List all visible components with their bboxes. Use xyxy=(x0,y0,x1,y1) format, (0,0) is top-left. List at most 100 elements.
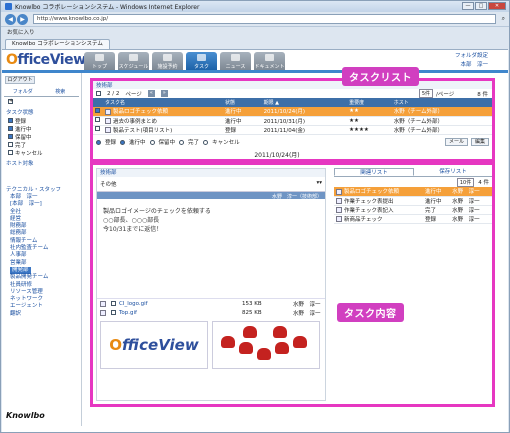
nav-tab-schedule[interactable]: スケジュール xyxy=(118,52,149,70)
tree-item[interactable]: 製品開発チーム xyxy=(10,274,81,281)
prev-page-button[interactable]: « xyxy=(147,90,155,97)
tab-saved-list[interactable]: 保存リスト xyxy=(414,168,492,176)
tree-item[interactable]: 社員研修 xyxy=(10,282,81,289)
tree-item[interactable]: 人事部 xyxy=(10,252,81,259)
knowlbo-logo: Knowlbo xyxy=(6,411,45,420)
file-icon xyxy=(100,300,106,307)
table-row[interactable]: 新商品チェック 登録 水野 淳一 xyxy=(334,214,492,224)
browser-tab[interactable]: Knowlbo コラボレーションシステム xyxy=(5,39,110,49)
next-page-button[interactable]: » xyxy=(160,90,168,97)
title-bar: Knowlbo コラボレーションシステム - Windows Internet … xyxy=(1,1,509,12)
user-name-link[interactable]: 本部 淳一 xyxy=(455,61,488,70)
file-icon xyxy=(100,309,106,316)
tree-item[interactable]: エージェント xyxy=(10,303,81,310)
table-row[interactable]: 製品ロゴチェック依頼 進行中 2011/10/24(月) ★★ 水野（チーム外部） xyxy=(93,107,492,117)
filter-radio[interactable] xyxy=(179,139,185,145)
col-task-name[interactable]: タスク名 xyxy=(103,98,223,107)
per-page-label: /ページ xyxy=(436,91,455,98)
related-count-select[interactable]: 10件 xyxy=(456,177,475,187)
page-label: ページ xyxy=(125,91,142,98)
calendar-icon xyxy=(129,54,138,61)
filter-label: 登録 xyxy=(105,140,117,146)
tree-item[interactable]: [本部 淳一] xyxy=(10,201,81,208)
nav-tab-task[interactable]: タスク xyxy=(186,52,217,70)
state-checkbox-onhold[interactable]: 保留中 xyxy=(8,133,75,141)
officeview-logo: OfficeView xyxy=(6,52,86,68)
assignee-heading: ホスト対象 xyxy=(6,161,34,167)
col-priority[interactable]: 重要度 xyxy=(347,98,392,107)
filter-label: 進行中 xyxy=(129,140,146,146)
close-button[interactable]: ✕ xyxy=(488,2,506,10)
filter-radio[interactable] xyxy=(120,139,126,145)
add-button[interactable]: + xyxy=(8,98,75,105)
minimize-button[interactable]: — xyxy=(462,2,474,10)
col-status[interactable]: 状態 xyxy=(223,98,262,107)
nav-tab-facility[interactable]: 施設予約 xyxy=(152,52,183,70)
state-checkbox-done[interactable]: 完了 xyxy=(8,141,75,149)
detail-meta: 水野 淳一（技術部） xyxy=(97,192,325,200)
maximize-button[interactable]: □ xyxy=(475,2,487,10)
related-panel: 関連リスト 保存リスト 10件 4 件 製品ロゴチェック依頼 進行中 水野 淳一 作… xyxy=(334,168,492,401)
detail-title: その他 xyxy=(100,182,117,188)
status-filter: 登録 進行中 保留中 完了 キャンセル メール 編集 xyxy=(93,138,492,147)
nav-tab-top[interactable]: トップ xyxy=(84,52,115,70)
task-content-callout: タスク内容 xyxy=(337,303,404,322)
table-row[interactable]: 作業チェック表提出 進行中 水野 淳一 xyxy=(334,196,492,206)
search-icon[interactable]: ⌕ xyxy=(502,15,505,23)
url-input[interactable]: http://www.knowlbo.co.jp/ xyxy=(33,14,496,24)
document-icon xyxy=(265,54,274,61)
attachment-row[interactable]: Top.gif 825 KB 水野 淳一 xyxy=(97,308,325,317)
col-host[interactable]: ホスト xyxy=(391,98,492,107)
favorites-bar: お気に入り xyxy=(1,26,509,37)
collapse-icon[interactable]: ▾▾ xyxy=(316,180,322,188)
table-row[interactable]: 過去の事例まとめ 進行中 2011/10/31(月) ★★ 水野（チーム外部） xyxy=(93,116,492,126)
folder-tree: 本部 淳一 [本部 淳一] 全社 経営 財務部 総務部 情報チーム 社内監査チー… xyxy=(10,194,81,318)
logo-preview-image[interactable]: Office View xyxy=(100,321,208,369)
state-checkbox-cancel[interactable]: キャンセル xyxy=(8,149,75,157)
per-page-select[interactable]: 5件 xyxy=(418,89,433,98)
folder-settings-link[interactable]: フォルダ設定 xyxy=(455,52,488,61)
select-all-checkbox[interactable] xyxy=(96,91,101,96)
task-table-header: タスク名 状態 期限 ▲ 重要度 ホスト xyxy=(93,98,492,107)
chairs-preview-image[interactable] xyxy=(212,321,320,369)
back-button[interactable]: ◀ xyxy=(5,13,16,25)
ie-icon xyxy=(5,3,12,10)
table-row[interactable]: 作業チェック表記入 完了 水野 淳一 xyxy=(334,205,492,215)
tree-item[interactable]: 営業部 xyxy=(10,260,81,267)
table-row[interactable]: 製品ロゴチェック依頼 進行中 水野 淳一 xyxy=(334,187,492,197)
nav-tab-document[interactable]: ドキュメント xyxy=(254,52,285,70)
state-checkbox-inprogress[interactable]: 進行中 xyxy=(8,125,75,133)
forward-button[interactable]: ▶ xyxy=(17,13,28,25)
mail-button[interactable]: メール xyxy=(444,138,468,146)
task-list-pager: 2 / 2 ページ « » 5件 /ページ 8 件 xyxy=(93,89,492,98)
filter-radio[interactable] xyxy=(96,139,101,145)
col-due[interactable]: 期限 ▲ xyxy=(261,98,348,107)
tab-related-list[interactable]: 関連リスト xyxy=(334,168,414,176)
sidebar-tab-search[interactable]: 検索 xyxy=(42,87,80,96)
filter-radio[interactable] xyxy=(203,139,209,145)
page-indicator: 2 / 2 xyxy=(107,90,120,97)
table-row[interactable]: 製品テスト(項目リスト) 登録 2011/11/04(金) ★★★★ 水野（チーム外… xyxy=(93,125,492,135)
tree-item[interactable]: 情報チーム xyxy=(10,238,81,245)
window-title: Knowlbo コラボレーションシステム - Windows Internet … xyxy=(15,4,200,11)
state-checkbox-registered[interactable]: 登録 xyxy=(8,117,75,125)
logout-button[interactable]: ログアウト xyxy=(5,76,35,84)
detail-header: 技術部 xyxy=(97,169,325,177)
task-list-header: 技術部 xyxy=(93,81,492,89)
related-controls: 10件 4 件 xyxy=(334,177,492,187)
nav-tab-news[interactable]: ニュース xyxy=(220,52,251,70)
address-bar: ◀ ▶ http://www.knowlbo.co.jp/ ⌕ xyxy=(1,12,509,26)
tree-item[interactable]: 全社 xyxy=(10,209,81,216)
task-table: タスク名 状態 期限 ▲ 重要度 ホスト 製品ロゴチェック依頼 進行中 2011/… xyxy=(93,98,492,135)
sidebar-tab-folder[interactable]: フォルダ xyxy=(4,87,42,96)
checklist-icon xyxy=(197,54,206,61)
filter-radio[interactable] xyxy=(149,139,155,145)
browser-window: Knowlbo コラボレーションシステム - Windows Internet … xyxy=(0,0,510,433)
filter-label: 完了 xyxy=(188,140,200,146)
attachment-row[interactable]: CI_logo.gif 153 KB 水野 淳一 xyxy=(97,299,325,308)
tree-item[interactable]: 総務部 xyxy=(10,230,81,237)
tree-item[interactable]: 翻訳 xyxy=(10,311,81,318)
edit-button[interactable]: 編集 xyxy=(470,138,489,146)
favorites-button[interactable]: お気に入り xyxy=(7,28,35,36)
related-table: 製品ロゴチェック依頼 進行中 水野 淳一 作業チェック表提出 進行中 水野 淳一 作業チ… xyxy=(334,187,492,224)
